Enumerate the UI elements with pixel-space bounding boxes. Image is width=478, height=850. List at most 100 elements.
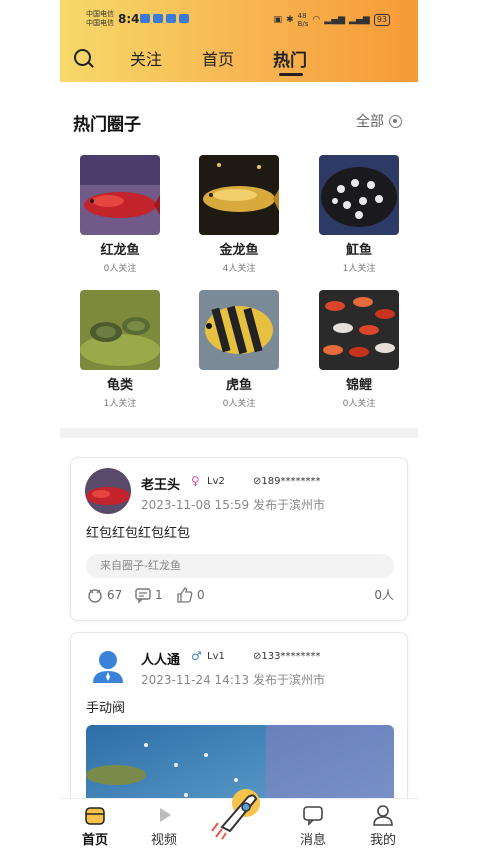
circle-item-red-arowana[interactable]: 红龙鱼 0人关注 — [80, 155, 160, 274]
post-content[interactable]: 红包红包红包红包 — [86, 522, 190, 541]
avatar[interactable] — [85, 643, 131, 689]
female-icon: ♀ — [191, 474, 200, 488]
phone-number: ⊘133******** — [253, 651, 320, 662]
bluetooth-icon: ✱ — [286, 15, 294, 25]
post-meta: 2023-11-08 15:59 发布于滨州市 — [141, 496, 325, 513]
bottom-nav-label: 视频 — [150, 833, 177, 848]
user-level: Lv2 — [207, 476, 225, 487]
circle-source-tag[interactable]: 来自圈子-红龙鱼 — [86, 554, 394, 578]
post-content[interactable]: 手动阀 — [86, 697, 125, 716]
user-icon — [373, 805, 393, 826]
post-location: 发布于滨州市 — [252, 673, 325, 687]
view-all-link[interactable]: 全部 — [356, 111, 402, 131]
circle-followers: 1人关注 — [342, 264, 376, 274]
gift-count: 67 — [107, 588, 123, 602]
notification-icons — [140, 14, 189, 23]
bottom-nav: 首页 视频 消息 我的 — [60, 789, 418, 850]
signal-icon: ▂▄▆ — [324, 15, 346, 25]
phone-value: 189******** — [261, 476, 321, 487]
stingray-image — [319, 155, 399, 235]
bottom-nav-messages[interactable]: 消息 — [283, 803, 343, 848]
signal-icon: ▂▄▆ — [349, 15, 370, 25]
circle-name: 红龙鱼 — [100, 243, 140, 258]
red-arowana-image — [80, 155, 160, 235]
viewer-count: 0人 — [374, 588, 394, 602]
tab-home[interactable]: 首页 — [202, 46, 234, 70]
circle-item-koi[interactable]: 锦鲤 0人关注 — [319, 290, 399, 409]
wifi-icon: ◠ — [312, 15, 321, 25]
active-tab-indicator — [279, 73, 303, 76]
comment-icon — [135, 588, 151, 604]
gift-icon — [88, 589, 102, 603]
net-speed: 48 B/s — [298, 12, 309, 28]
user-level: Lv1 — [207, 651, 225, 662]
home-icon — [85, 807, 105, 825]
search-icon[interactable] — [74, 49, 91, 66]
tab-follow[interactable]: 关注 — [130, 46, 162, 70]
carrier-2: 中国电信 — [86, 19, 114, 27]
notification-icon — [153, 14, 163, 23]
carrier-info: 中国电信 中国电信 — [86, 10, 114, 28]
post-card[interactable]: 老王头 ♀ Lv2 ⊘189******** 2023-11-08 15:59 … — [70, 457, 408, 621]
notification-icon — [140, 14, 150, 23]
vibrate-icon: ▣ — [273, 15, 283, 25]
avatar[interactable] — [85, 468, 131, 514]
gift-button[interactable]: 67 — [86, 586, 122, 604]
post-location: 发布于滨州市 — [252, 498, 325, 512]
post-time: 2023-11-24 14:13 — [141, 673, 250, 687]
circle-item-stingray[interactable]: 魟鱼 1人关注 — [319, 155, 399, 274]
bottom-nav-profile[interactable]: 我的 — [353, 803, 413, 848]
status-bar: 中国电信 中国电信 8:45 ▣ ✱ 48 B/s ◠ ▂▄▆ ▂▄▆ 93 — [60, 8, 418, 32]
golden-arowana-image — [199, 155, 279, 235]
circle-item-tiger-fish[interactable]: 虎鱼 0人关注 — [199, 290, 279, 409]
message-icon — [303, 806, 323, 826]
post-meta: 2023-11-24 14:13 发布于滨州市 — [141, 671, 325, 688]
net-speed-unit: B/s — [297, 20, 309, 28]
phone-number: ⊘189******** — [253, 476, 320, 487]
section-title: 热门圈子 — [73, 115, 141, 135]
circle-item-golden-arowana[interactable]: 金龙鱼 4人关注 — [199, 155, 279, 274]
username[interactable]: 老王头 — [141, 474, 180, 493]
circle-followers: 0人关注 — [342, 399, 376, 409]
rocket-icon — [211, 789, 260, 840]
view-all-label: 全部 — [356, 114, 384, 130]
comment-count: 1 — [155, 588, 163, 602]
circle-item-turtle[interactable]: 龟类 1人关注 — [80, 290, 160, 409]
male-icon: ♂ — [191, 649, 202, 663]
circle-followers: 0人关注 — [222, 399, 256, 409]
bottom-nav-label: 首页 — [81, 833, 108, 848]
section-divider — [60, 428, 418, 438]
bottom-nav-video[interactable]: 视频 — [134, 803, 194, 848]
like-button[interactable]: 0 — [176, 586, 205, 604]
comment-button[interactable]: 1 — [134, 586, 163, 604]
tab-hot[interactable]: 热门 — [273, 46, 307, 71]
like-count: 0 — [197, 588, 205, 602]
publish-button[interactable] — [208, 783, 268, 843]
circle-name: 虎鱼 — [225, 378, 252, 393]
bottom-nav-home[interactable]: 首页 — [65, 803, 125, 848]
circle-name: 魟鱼 — [345, 243, 372, 258]
header: 中国电信 中国电信 8:45 ▣ ✱ 48 B/s ◠ ▂▄▆ ▂▄▆ 93 关… — [60, 0, 418, 82]
username[interactable]: 人人通 — [141, 649, 180, 668]
circle-followers: 1人关注 — [103, 399, 137, 409]
top-nav: 关注 首页 热门 — [60, 40, 418, 76]
circle-name: 锦鲤 — [345, 378, 372, 393]
turtle-image — [80, 290, 160, 370]
battery-icon: 93 — [373, 14, 390, 26]
circle-name: 龟类 — [106, 378, 133, 393]
tiger-fish-image — [199, 290, 279, 370]
app-frame: 中国电信 中国电信 8:45 ▣ ✱ 48 B/s ◠ ▂▄▆ ▂▄▆ 93 关… — [60, 0, 418, 850]
target-icon — [389, 114, 402, 128]
koi-image — [319, 290, 399, 370]
carrier-1: 中国电信 — [86, 10, 114, 18]
play-icon — [160, 808, 171, 822]
bottom-nav-label: 消息 — [299, 833, 326, 848]
bottom-nav-label: 我的 — [369, 833, 396, 848]
circle-followers: 4人关注 — [222, 264, 256, 274]
notification-icon — [179, 14, 189, 23]
net-speed-value: 48 — [297, 12, 307, 20]
post-actions: 67 1 0 0人 — [86, 586, 394, 606]
post-time: 2023-11-08 15:59 — [141, 498, 250, 512]
thumbs-up-icon — [177, 587, 193, 603]
circle-followers: 0人关注 — [103, 264, 137, 274]
